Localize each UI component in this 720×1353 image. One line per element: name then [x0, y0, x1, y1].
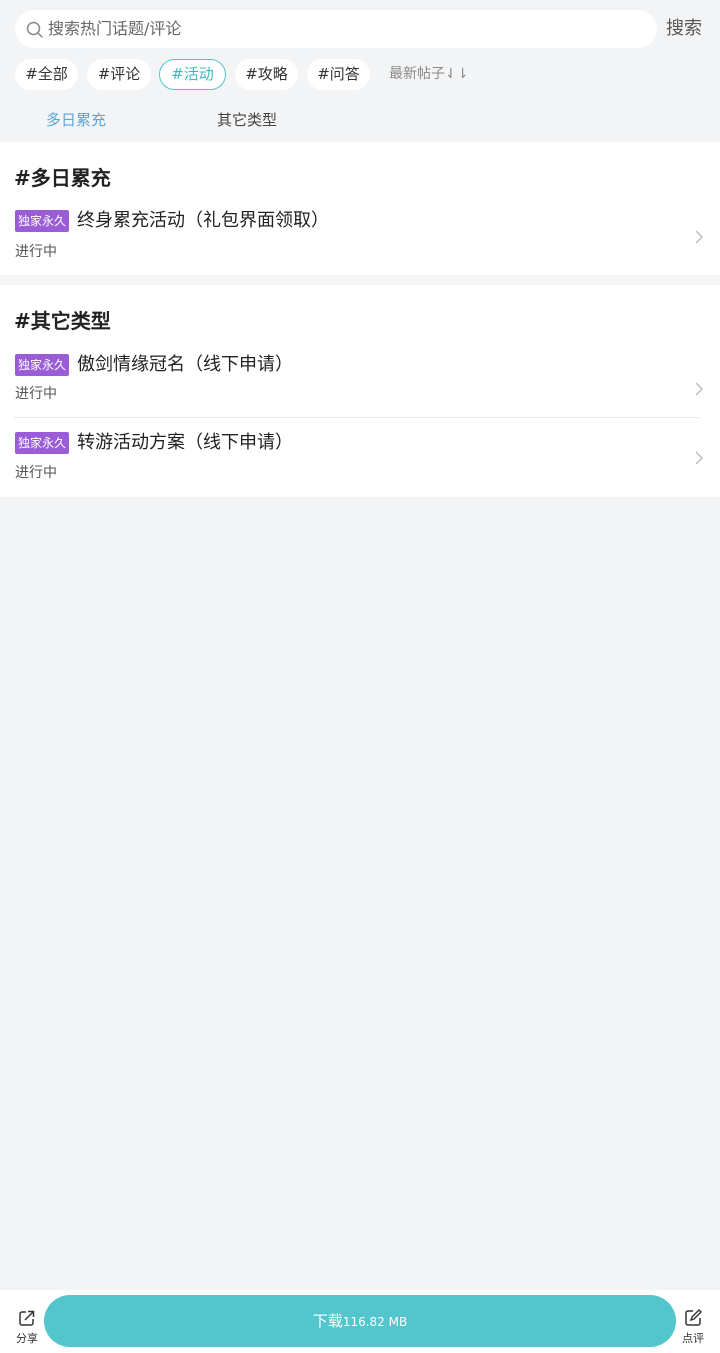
tag-activities[interactable]: #活动 [159, 59, 226, 90]
exclusive-badge: 独家永久 [15, 354, 70, 376]
subtab-other-types[interactable]: 其它类型 [217, 106, 277, 134]
share-label: 分享 [16, 1332, 38, 1345]
download-label: 下载 [312, 1312, 343, 1330]
share-icon [19, 1310, 35, 1326]
subtab-multi-day-recharge[interactable]: 多日累充 [46, 106, 106, 134]
search-box[interactable]: 搜索热门话题/评论 [15, 10, 657, 48]
section-title: #多日累充 [14, 166, 111, 190]
section-title: #其它类型 [14, 309, 111, 333]
review-button[interactable]: 点评 [678, 1308, 708, 1348]
sub-tabs: 多日累充 其它类型 [0, 106, 720, 136]
list-item[interactable]: 独家永久 傲剑情缘冠名（线下申请） 进行中 [0, 348, 720, 414]
search-button[interactable]: 搜索 [666, 16, 702, 42]
search-input[interactable]: 搜索热门话题/评论 [48, 10, 628, 48]
item-status: 进行中 [15, 244, 57, 260]
chevron-right-icon [695, 230, 703, 244]
item-status: 进行中 [15, 386, 57, 402]
item-status: 进行中 [15, 465, 57, 481]
item-title: 傲剑情缘冠名（线下申请） [77, 354, 293, 375]
chevron-right-icon [695, 382, 703, 396]
item-title: 终身累充活动（礼包界面领取） [77, 210, 329, 231]
section-multi-day-recharge: #多日累充 独家永久 终身累充活动（礼包界面领取） 进行中 [0, 142, 720, 275]
section-other-types: #其它类型 独家永久 傲剑情缘冠名（线下申请） 进行中 独家永久 转游活动方案（… [0, 285, 720, 497]
share-button[interactable]: 分享 [12, 1308, 42, 1348]
sort-latest-button[interactable]: 最新帖子⇃⇂ [389, 59, 468, 90]
tag-guides[interactable]: #攻略 [235, 59, 298, 90]
item-title: 转游活动方案（线下申请） [77, 432, 293, 453]
tag-all[interactable]: #全部 [15, 59, 78, 90]
list-item[interactable]: 独家永久 转游活动方案（线下申请） 进行中 [0, 427, 720, 493]
edit-icon [685, 1309, 702, 1326]
chevron-right-icon [695, 451, 703, 465]
tag-qa[interactable]: #问答 [307, 59, 370, 90]
topic-tags: #全部 #评论 #活动 #攻略 #问答 最新帖子⇃⇂ [0, 59, 720, 91]
exclusive-badge: 独家永久 [15, 432, 70, 454]
download-size: 116.82 MB [342, 1315, 408, 1329]
tag-comments[interactable]: #评论 [87, 59, 151, 90]
list-item[interactable]: 独家永久 终身累充活动（礼包界面领取） 进行中 [0, 204, 720, 270]
download-button[interactable]: 下载116.82 MB [44, 1295, 676, 1347]
search-row: 搜索热门话题/评论 搜索 [0, 0, 720, 58]
bottom-action-bar: 分享 下载116.82 MB 点评 [0, 1290, 720, 1353]
review-label: 点评 [682, 1332, 704, 1345]
divider [14, 417, 700, 418]
exclusive-badge: 独家永久 [15, 210, 70, 232]
search-icon [26, 21, 43, 38]
